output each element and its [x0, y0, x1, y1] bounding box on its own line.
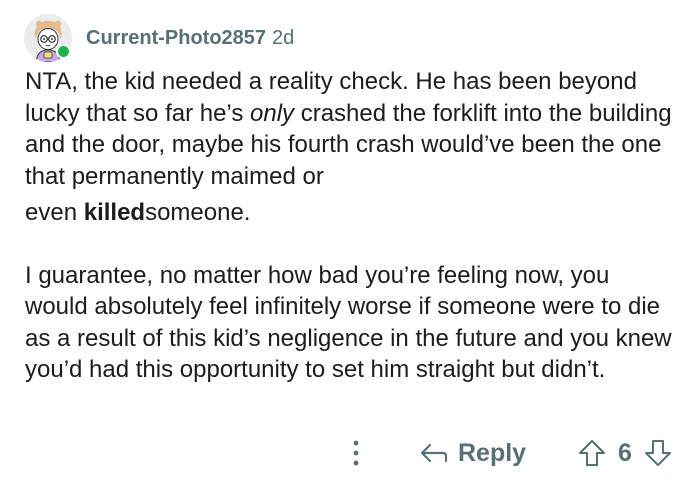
comment-paragraph-2: I guarantee, no matter how bad you’re fe…	[25, 261, 672, 384]
comment-paragraph-1: NTA, the kid needed a reality check. He …	[25, 66, 675, 229]
username[interactable]: Current-Photo2857	[86, 27, 266, 50]
reply-label: Reply	[458, 438, 527, 467]
reply-arrow-icon	[420, 443, 448, 463]
paragraph-1-last-line: even killedsomeone.	[25, 197, 250, 229]
bold-text: killed	[83, 199, 146, 226]
comment-body: NTA, the kid needed a reality check. He …	[25, 66, 675, 386]
last-line-end: someone.	[145, 199, 251, 226]
vote-score: 6	[618, 439, 632, 467]
timestamp[interactable]: 2d	[272, 27, 294, 50]
avatar[interactable]	[24, 14, 72, 62]
downvote-arrow-icon[interactable]	[644, 439, 672, 467]
last-line-start: even	[25, 199, 84, 226]
upvote-arrow-icon[interactable]	[578, 439, 606, 467]
online-status-dot	[56, 44, 71, 59]
more-options-button[interactable]	[342, 437, 370, 469]
more-vertical-icon	[353, 440, 359, 466]
reply-button[interactable]: Reply	[420, 435, 526, 471]
comment-header: Current-Photo2857 2d	[24, 12, 294, 64]
comment-actions-bar: Reply 6	[0, 435, 700, 471]
emphasis-text: only	[250, 99, 295, 127]
